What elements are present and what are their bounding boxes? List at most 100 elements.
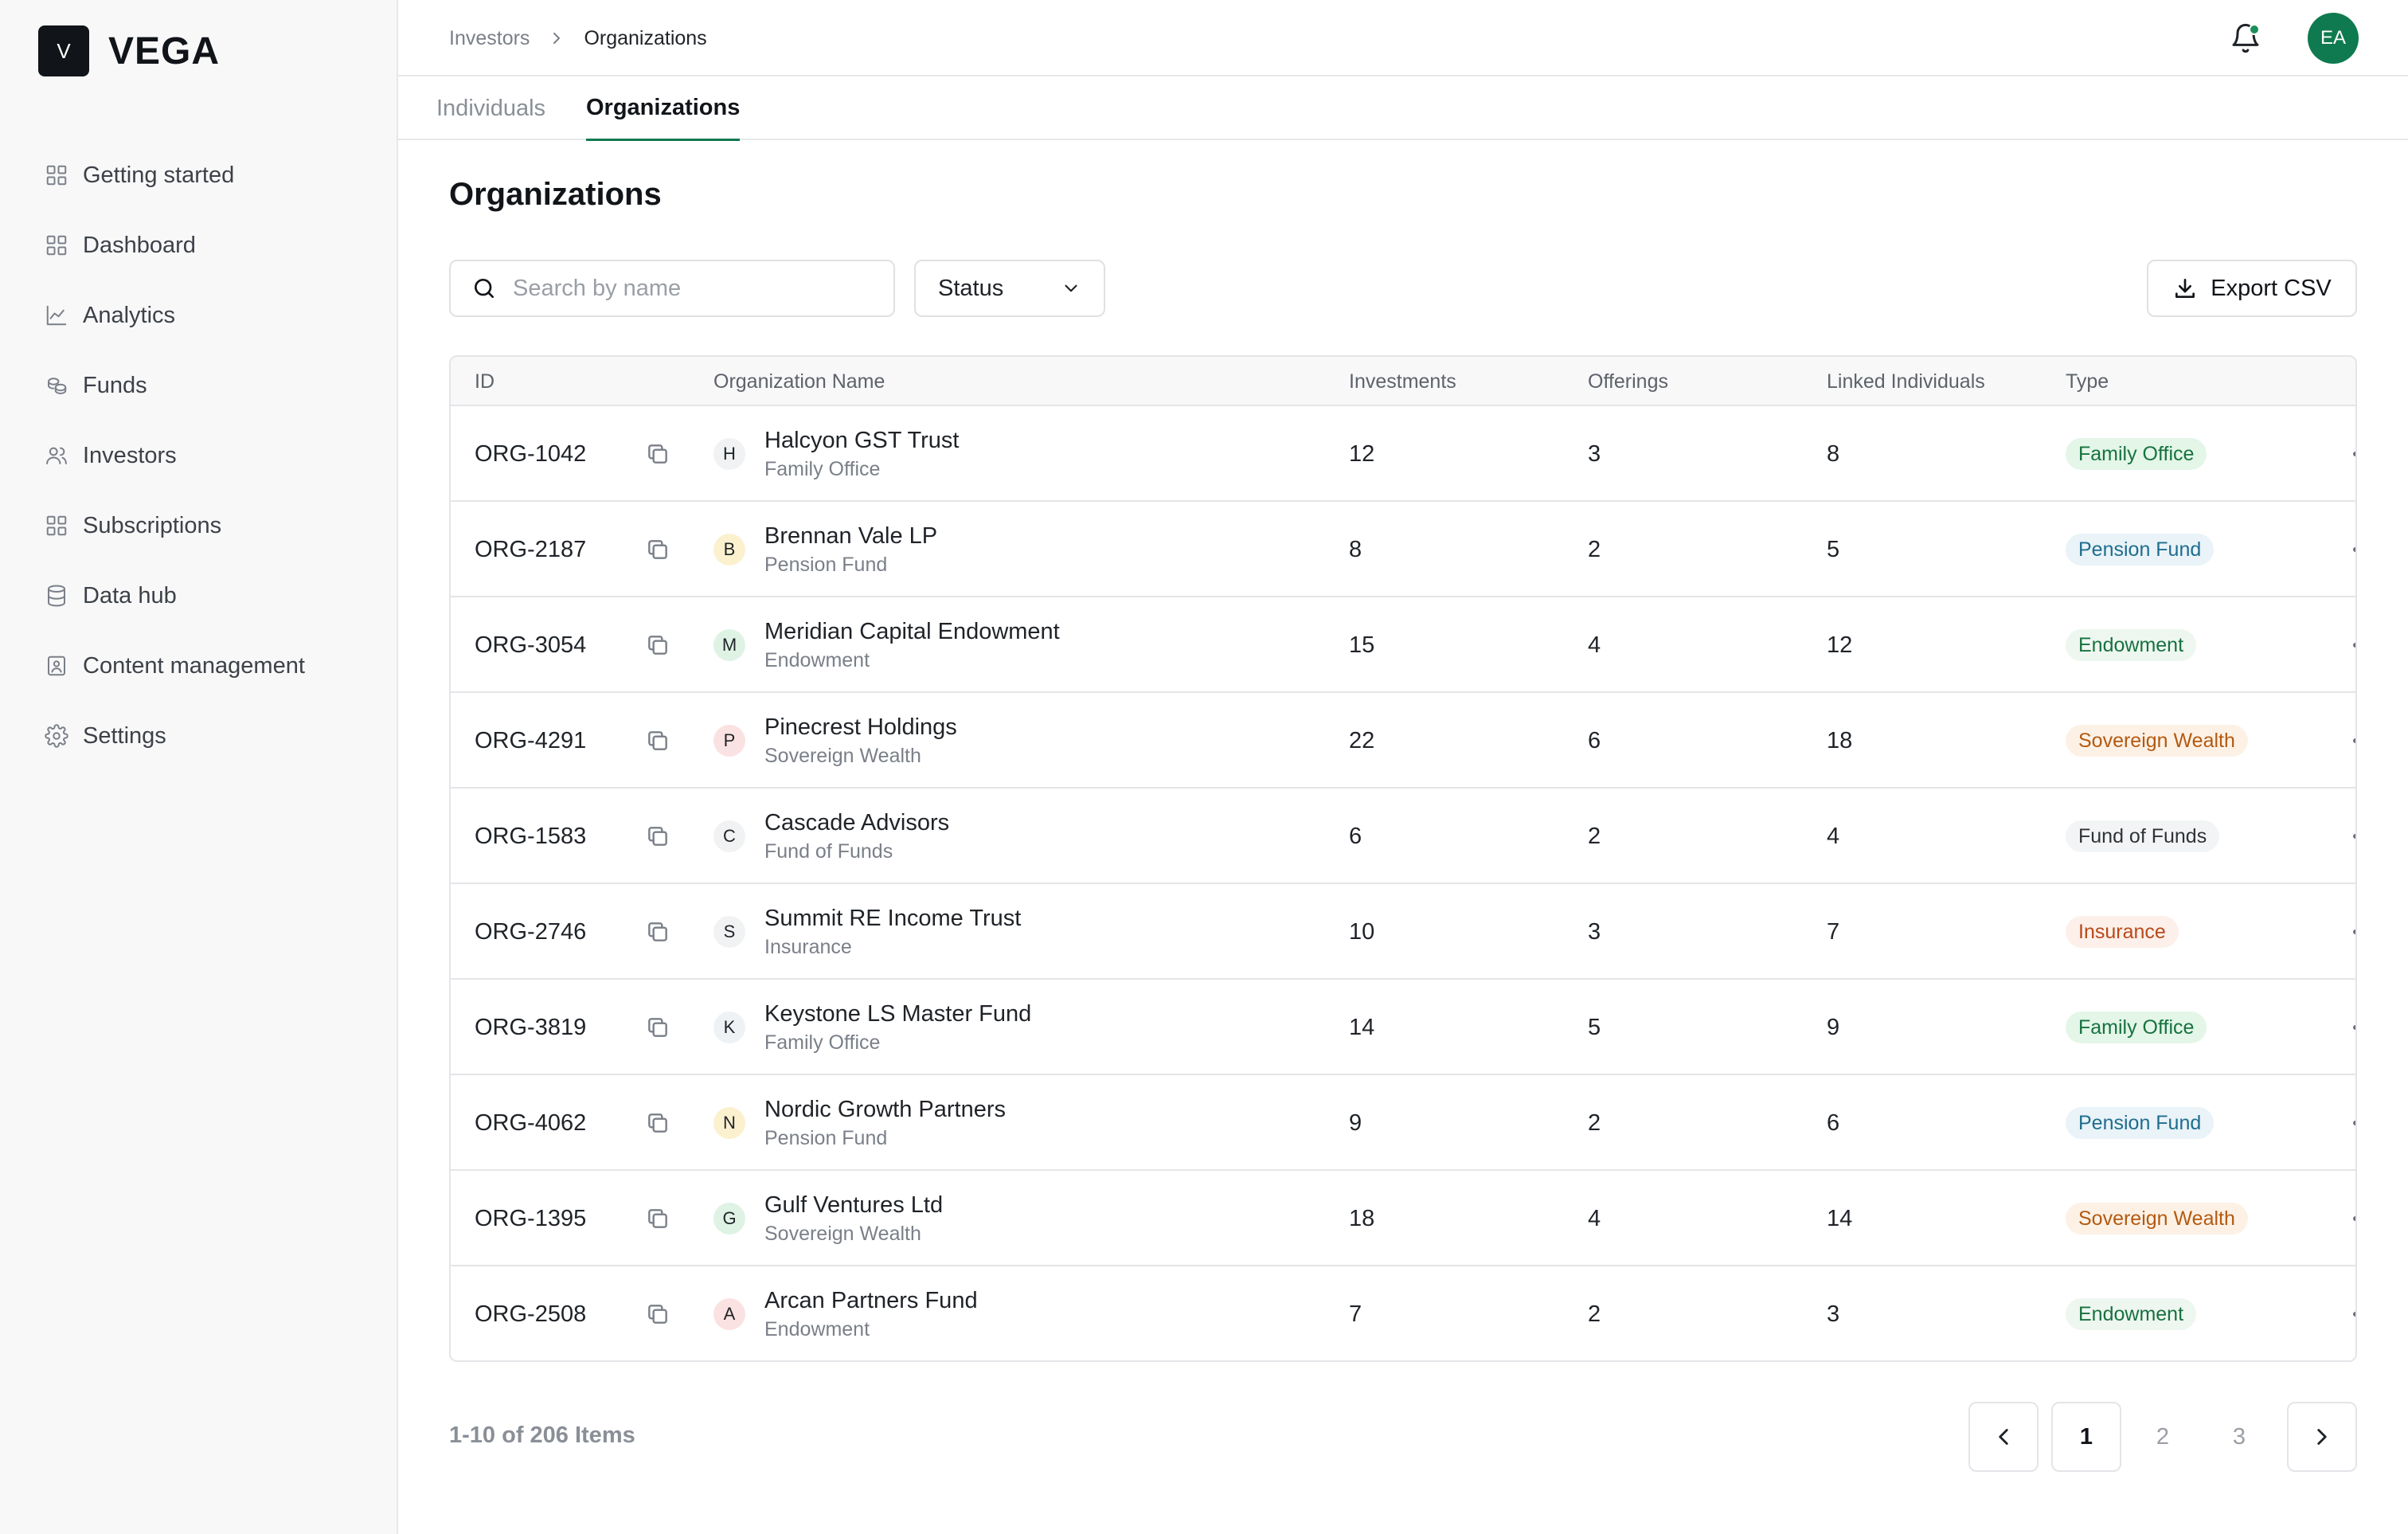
investments-count: 9 — [1349, 1109, 1362, 1136]
copy-icon[interactable] — [642, 1203, 674, 1235]
more-options-icon[interactable] — [2346, 1008, 2355, 1047]
org-id: ORG-1583 — [475, 823, 587, 849]
org-name[interactable]: Keystone LS Master Fund — [764, 999, 1031, 1029]
copy-icon[interactable] — [642, 629, 674, 661]
more-options-icon[interactable] — [2346, 1104, 2355, 1142]
sidebar-item-settings[interactable]: Settings — [0, 701, 397, 771]
org-name[interactable]: Halcyon GST Trust — [764, 425, 959, 456]
more-options-icon[interactable] — [2346, 1199, 2355, 1238]
copy-icon[interactable] — [642, 534, 674, 565]
column-header-type[interactable]: Type — [2066, 357, 2109, 406]
offerings-count: 6 — [1588, 727, 1601, 753]
database-icon — [45, 584, 68, 608]
grid-icon — [45, 233, 68, 257]
sidebar-item-investors[interactable]: Investors — [0, 421, 397, 491]
more-options-icon[interactable] — [2346, 530, 2355, 569]
notifications-button[interactable] — [2226, 19, 2265, 57]
status-filter[interactable]: Status — [914, 260, 1105, 317]
table-row[interactable]: ORG-2508 A Arcan Partners Fund Endowment 7 2 3… — [451, 1266, 2355, 1360]
copy-icon[interactable] — [642, 1298, 674, 1330]
table-row[interactable]: ORG-3054 M Meridian Capital Endowment Endow… — [451, 597, 2355, 693]
org-avatar: A — [713, 1298, 745, 1330]
search-input[interactable] — [513, 275, 879, 302]
copy-icon[interactable] — [642, 438, 674, 470]
tab-organizations[interactable]: Organizations — [586, 76, 741, 141]
sidebar-item-content-management[interactable]: Content management — [0, 631, 397, 701]
tab-individuals[interactable]: Individuals — [436, 76, 545, 140]
breadcrumb-investors[interactable]: Investors — [449, 27, 530, 50]
table-row[interactable]: ORG-4291 P Pinecrest Holdings Sovereign Wea… — [451, 693, 2355, 789]
column-header-offerings[interactable]: Offerings — [1588, 357, 1668, 406]
more-options-icon[interactable] — [2346, 913, 2355, 951]
copy-icon[interactable] — [642, 820, 674, 852]
column-header-organization-name[interactable]: Organization Name — [713, 357, 885, 406]
table-row[interactable]: ORG-4062 N Nordic Growth Partners Pension F… — [451, 1075, 2355, 1171]
previous-page-button[interactable] — [1968, 1402, 2039, 1472]
org-cell: G Gulf Ventures Ltd Sovereign Wealth — [713, 1171, 943, 1266]
org-name[interactable]: Pinecrest Holdings — [764, 712, 957, 742]
brand-logo: V — [38, 25, 89, 76]
more-options-icon[interactable] — [2346, 626, 2355, 664]
copy-icon[interactable] — [642, 725, 674, 757]
sidebar-item-label: Investors — [83, 442, 177, 468]
linked-individuals-count: 9 — [1827, 1014, 1840, 1040]
sidebar-item-funds[interactable]: Funds — [0, 350, 397, 421]
org-name[interactable]: Nordic Growth Partners — [764, 1094, 1006, 1125]
search-box[interactable] — [449, 260, 895, 317]
type-badge: Fund of Funds — [2066, 820, 2220, 852]
offerings-count: 2 — [1588, 1301, 1601, 1327]
page-2-button[interactable]: 2 — [2128, 1402, 2198, 1472]
org-subtype: Endowment — [764, 1318, 870, 1340]
org-name[interactable]: Summit RE Income Trust — [764, 903, 1021, 933]
copy-icon[interactable] — [642, 1107, 674, 1139]
offerings-count: 5 — [1588, 1014, 1601, 1040]
table-row[interactable]: ORG-1042 H Halcyon GST Trust Family Office 1… — [451, 406, 2355, 502]
more-options-icon[interactable] — [2346, 435, 2355, 473]
org-subtype: Family Office — [764, 458, 881, 480]
page-1-button[interactable]: 1 — [2051, 1402, 2121, 1472]
sidebar-item-getting-started[interactable]: Getting started — [0, 140, 397, 210]
org-name[interactable]: Cascade Advisors — [764, 808, 949, 838]
copy-icon[interactable] — [642, 1012, 674, 1043]
column-header-investments[interactable]: Investments — [1349, 357, 1456, 406]
export-csv-button[interactable]: Export CSV — [2147, 260, 2357, 317]
sidebar-item-analytics[interactable]: Analytics — [0, 280, 397, 350]
copy-icon[interactable] — [642, 916, 674, 948]
next-page-button[interactable] — [2287, 1402, 2357, 1472]
table-row[interactable]: ORG-3819 K Keystone LS Master Fund Family O… — [451, 980, 2355, 1075]
export-csv-label: Export CSV — [2211, 275, 2332, 301]
sidebar-item-dashboard[interactable]: Dashboard — [0, 210, 397, 280]
sidebar-item-label: Settings — [83, 722, 166, 749]
sidebar-item-subscriptions[interactable]: Subscriptions — [0, 491, 397, 561]
org-name[interactable]: Brennan Vale LP — [764, 521, 937, 551]
more-options-icon[interactable] — [2346, 1295, 2355, 1333]
more-options-icon[interactable] — [2346, 817, 2355, 855]
investments-count: 8 — [1349, 536, 1362, 562]
sidebar-item-data-hub[interactable]: Data hub — [0, 561, 397, 631]
page-3-button[interactable]: 3 — [2204, 1402, 2274, 1472]
column-header-id[interactable]: ID — [475, 357, 494, 406]
table-row[interactable]: ORG-2187 B Brennan Vale LP Pension Fund 8 2 5 P… — [451, 502, 2355, 597]
org-name[interactable]: Arcan Partners Fund — [764, 1286, 978, 1316]
table-row[interactable]: ORG-1395 G Gulf Ventures Ltd Sovereign Weal… — [451, 1171, 2355, 1266]
org-avatar: S — [713, 916, 745, 948]
org-cell: M Meridian Capital Endowment Endowment — [713, 597, 1060, 693]
table-row[interactable]: ORG-2746 S Summit RE Income Trust Insurance… — [451, 884, 2355, 980]
org-subtype: Family Office — [764, 1031, 881, 1054]
org-name[interactable]: Meridian Capital Endowment — [764, 616, 1060, 647]
more-options-icon[interactable] — [2346, 722, 2355, 760]
org-id: ORG-3054 — [475, 632, 587, 658]
topbar: Investors Organizations EA — [398, 0, 2408, 76]
linked-individuals-count: 8 — [1827, 440, 1840, 467]
investments-count: 6 — [1349, 823, 1362, 849]
brand-name: VEGA — [108, 29, 221, 72]
table-row[interactable]: ORG-1583 C Cascade Advisors Fund of Funds 6 2… — [451, 789, 2355, 884]
org-cell: P Pinecrest Holdings Sovereign Wealth — [713, 693, 957, 789]
org-name[interactable]: Gulf Ventures Ltd — [764, 1190, 943, 1220]
notification-dot — [2249, 24, 2260, 35]
user-avatar[interactable]: EA — [2308, 13, 2359, 64]
brand[interactable]: V VEGA — [38, 25, 220, 76]
column-header-linked-individuals[interactable]: Linked Individuals — [1827, 357, 1985, 406]
linked-individuals-count: 7 — [1827, 918, 1840, 945]
linked-individuals-count: 18 — [1827, 727, 1853, 753]
